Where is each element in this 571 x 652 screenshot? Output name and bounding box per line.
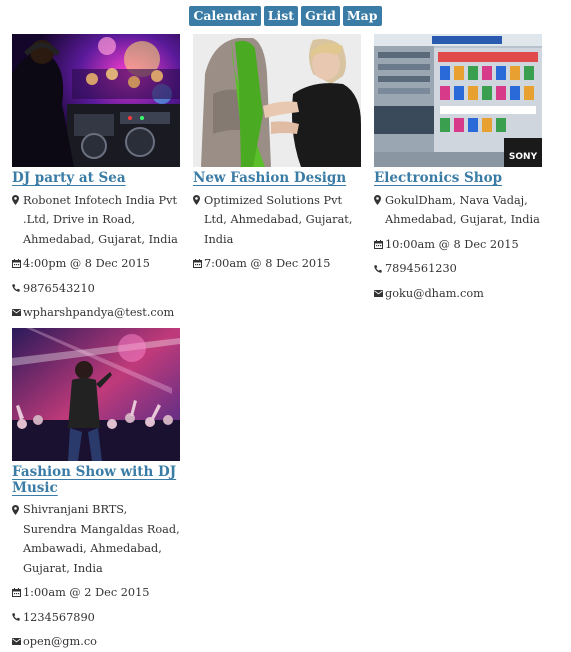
event-address: Shivranjani BRTS, Surendra Mangaldas Roa… (12, 500, 184, 578)
event-card-fashion-show: Fashion Show with DJ Music Shivranjani B… (12, 328, 184, 652)
list-view-button[interactable]: List (263, 6, 299, 26)
map-marker-icon (12, 500, 21, 520)
calendar-icon (193, 254, 202, 274)
calendar-icon (12, 254, 21, 274)
event-phone: 1234567890 (12, 608, 184, 628)
envelope-icon (12, 303, 21, 323)
event-email: goku@dham.com (374, 284, 546, 304)
event-datetime: 4:00pm @ 8 Dec 2015 (12, 254, 184, 274)
phone-icon (12, 279, 21, 299)
event-datetime: 1:00am @ 2 Dec 2015 (12, 583, 184, 603)
event-card-fashion-design: New Fashion Design Optimized Solutions P… (193, 34, 365, 274)
event-phone: 7894561230 (374, 259, 546, 279)
event-card-dj-party: DJ party at Sea Robonet Infotech India P… (12, 34, 184, 323)
envelope-icon (374, 284, 383, 304)
event-address: Robonet Infotech India Pvt .Ltd, Drive i… (12, 191, 184, 250)
event-email: wpharshpandya@test.com (12, 303, 184, 323)
event-image-dj-party[interactable] (12, 34, 180, 167)
map-view-button[interactable]: Map (342, 6, 382, 26)
event-image-fashion-show[interactable] (12, 328, 180, 461)
event-phone: 9876543210 (12, 279, 184, 299)
view-switcher: Calendar List Grid Map (0, 6, 571, 26)
calendar-icon (374, 235, 383, 255)
map-marker-icon (193, 191, 202, 211)
event-title[interactable]: Electronics Shop (374, 170, 502, 187)
phone-icon (374, 259, 383, 279)
event-datetime: 7:00am @ 8 Dec 2015 (193, 254, 365, 274)
grid-view-button[interactable]: Grid (301, 6, 340, 26)
calendar-view-button[interactable]: Calendar (189, 6, 261, 26)
event-card-electronics-shop: SONY Electronics Shop GokulDham, Nava Va… (374, 34, 546, 303)
event-title[interactable]: DJ party at Sea (12, 170, 126, 187)
sony-sign: SONY (509, 152, 538, 162)
event-email: open@gm.co (12, 632, 184, 652)
event-title[interactable]: Fashion Show with DJ Music (12, 464, 184, 496)
event-title[interactable]: New Fashion Design (193, 170, 346, 187)
map-marker-icon (374, 191, 383, 211)
event-address: GokulDham, Nava Vadaj, Ahmedabad, Gujara… (374, 191, 546, 230)
event-datetime: 10:00am @ 8 Dec 2015 (374, 235, 546, 255)
event-image-fashion-design[interactable] (193, 34, 361, 167)
calendar-icon (12, 583, 21, 603)
event-address: Optimized Solutions Pvt Ltd, Ahmedabad, … (193, 191, 365, 250)
map-marker-icon (12, 191, 21, 211)
event-image-electronics-shop[interactable]: SONY (374, 34, 542, 167)
envelope-icon (12, 632, 21, 652)
phone-icon (12, 608, 21, 628)
